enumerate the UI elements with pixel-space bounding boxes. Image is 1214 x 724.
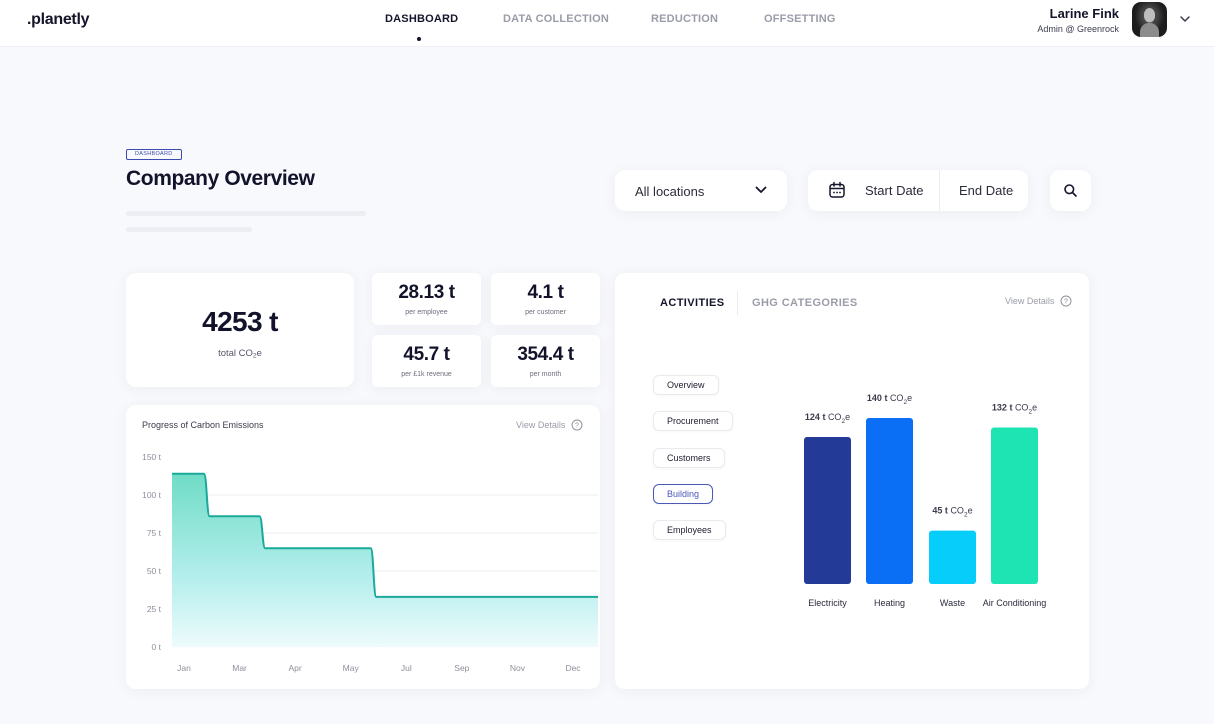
user-avatar[interactable]: [1132, 2, 1167, 37]
search-icon: [1064, 184, 1077, 197]
user-name: Larine Fink: [1049, 6, 1119, 21]
emissions-area: [172, 473, 598, 647]
stat-label: per £1k revenue: [401, 371, 452, 378]
avatar-body: [1140, 23, 1159, 37]
nav-item-offsetting[interactable]: OFFSETTING: [764, 13, 836, 25]
end-date-input[interactable]: End Date: [959, 183, 1013, 198]
bar-air-conditioning[interactable]: [991, 427, 1038, 584]
nav-item-reduction[interactable]: REDUCTION: [651, 13, 718, 25]
progress-chart-card: Progress of Carbon Emissions View Detail…: [126, 405, 600, 689]
bar-waste[interactable]: [929, 530, 976, 584]
total-emissions-card: 4253 t total CO2e: [126, 273, 354, 387]
page-title: Company Overview: [126, 167, 315, 190]
activities-card: ACTIVITIES GHG CATEGORIES View Details ?…: [615, 273, 1089, 689]
start-date-input[interactable]: Start Date: [865, 183, 924, 198]
date-divider: [939, 170, 940, 211]
activities-bar-chart: 124 t CO2eElectricity140 t CO2eHeating45…: [795, 388, 1047, 608]
nav-item-data-collection[interactable]: DATA COLLECTION: [503, 13, 609, 25]
x-tick-label: Mar: [232, 663, 247, 673]
bar-category-label: Waste: [940, 598, 965, 608]
stat-value: 354.4 t: [517, 344, 574, 365]
stat-value: 4.1 t: [527, 282, 564, 303]
total-emissions-label: total CO2e: [126, 348, 354, 360]
location-select[interactable]: All locations: [615, 170, 787, 211]
stat-label: per month: [529, 371, 562, 378]
y-tick-label: 0 t: [152, 642, 162, 652]
active-nav-indicator: [417, 37, 421, 41]
y-tick-label: 75 t: [147, 528, 162, 538]
skeleton-line: [126, 211, 366, 216]
carbon-emissions-area-chart: 0 t 25 t 50 t 75 t 100 t 150 t Jan Mar Apr May Jul…: [142, 452, 598, 673]
stat-card-per-employee: 28.13 t per employee: [372, 273, 481, 325]
top-navigation-bar: .planetly DASHBOARD DATA COLLECTION REDU…: [0, 0, 1214, 47]
y-tick-label: 100 t: [142, 490, 162, 500]
bar-category-label: Heating: [874, 598, 905, 608]
bar-category-label: Air Conditioning: [983, 598, 1047, 608]
y-tick-label: 50 t: [147, 566, 162, 576]
user-role: Admin @ Greenrock: [1037, 24, 1119, 34]
nav-item-dashboard[interactable]: DASHBOARD: [385, 13, 458, 25]
y-tick-label: 25 t: [147, 604, 162, 614]
label-text: e: [256, 348, 262, 359]
stat-card-per-customer: 4.1 t per customer: [491, 273, 600, 325]
stat-value: 28.13 t: [398, 282, 455, 303]
x-tick-label: Nov: [510, 663, 526, 673]
bar-electricity[interactable]: [804, 436, 851, 584]
chevron-down-icon: [755, 186, 767, 193]
location-select-value: All locations: [635, 184, 705, 199]
date-range-picker: Start Date End Date: [808, 170, 1028, 211]
stat-card-per-month: 354.4 t per month: [491, 335, 600, 387]
x-tick-label: Jul: [401, 663, 412, 673]
bar-category-label: Electricity: [808, 598, 847, 608]
chevron-down-icon[interactable]: [1178, 12, 1192, 26]
x-tick-label: Sep: [454, 663, 469, 673]
stat-value: 45.7 t: [403, 344, 450, 365]
stat-label: per employee: [405, 309, 448, 316]
search-button[interactable]: [1050, 170, 1091, 211]
skeleton-line: [126, 227, 252, 232]
breadcrumb[interactable]: DASHBOARD: [126, 149, 182, 160]
avatar-head: [1144, 8, 1155, 22]
x-tick-label: Jan: [177, 663, 191, 673]
stat-card-per-revenue: 45.7 t per £1k revenue: [372, 335, 481, 387]
planetly-logo[interactable]: .planetly: [27, 11, 90, 29]
bar-heating[interactable]: [866, 418, 913, 584]
stat-label: per customer: [525, 309, 566, 316]
x-tick-label: May: [343, 663, 360, 673]
x-tick-label: Apr: [289, 663, 302, 673]
calendar-icon[interactable]: [828, 181, 846, 199]
x-tick-label: Dec: [565, 663, 581, 673]
total-emissions-value: 4253 t: [202, 306, 278, 337]
label-text: total CO: [218, 348, 253, 359]
y-tick-label: 150 t: [142, 452, 162, 462]
